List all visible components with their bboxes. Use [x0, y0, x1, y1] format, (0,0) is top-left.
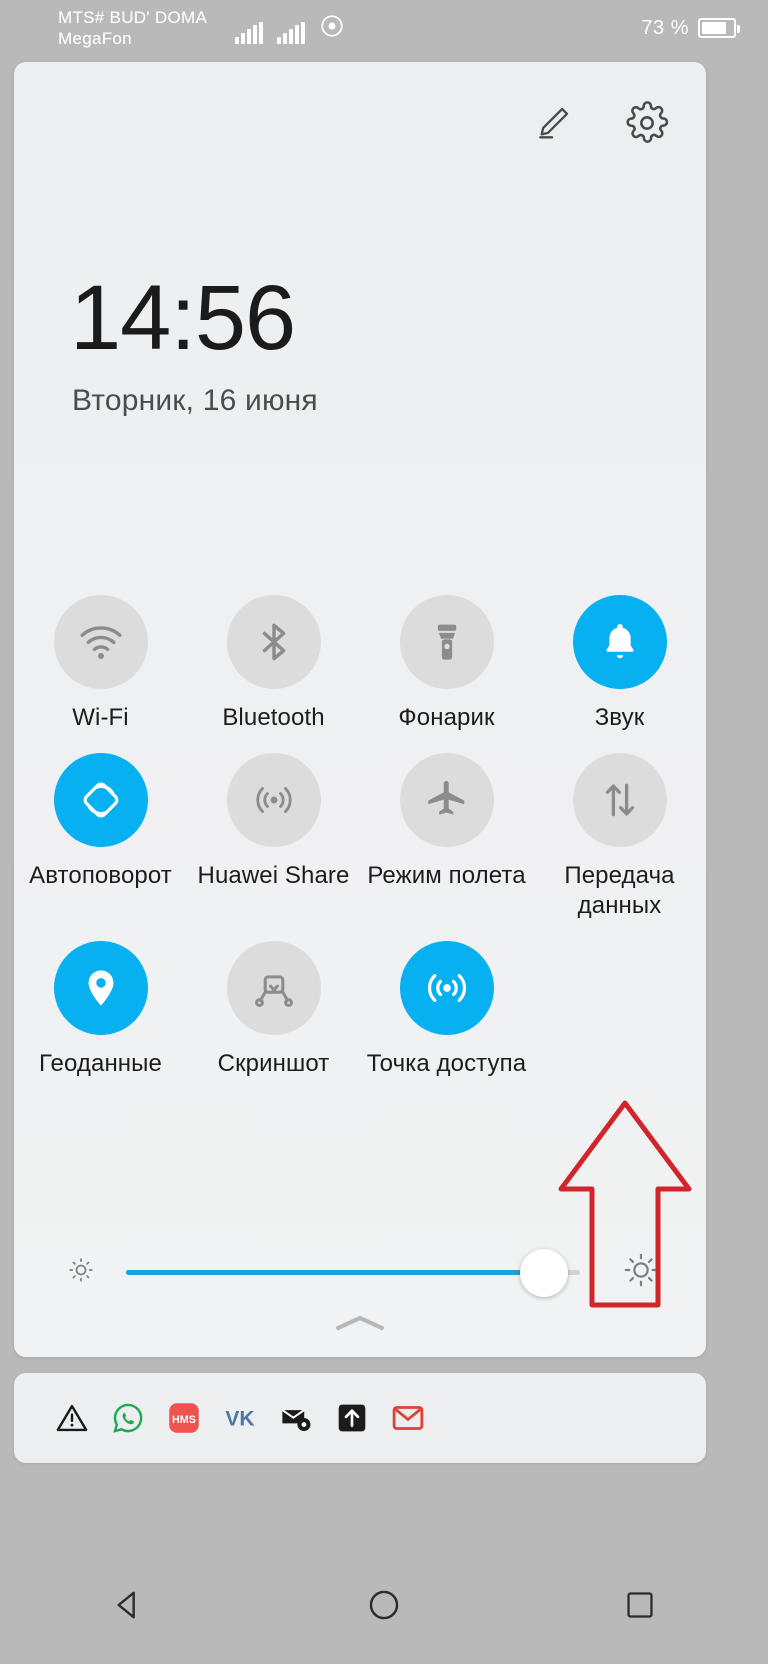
- notification-shade-panel: 14:56 Вторник, 16 июня Wi-Fi Bluetooth Ф…: [14, 62, 706, 1357]
- chevron-up-icon[interactable]: [332, 1312, 388, 1339]
- system-nav-bar: [0, 1546, 768, 1664]
- wifi-icon: [53, 595, 148, 689]
- battery-icon: [698, 18, 740, 38]
- hms-icon[interactable]: HMS: [164, 1398, 204, 1438]
- toggle-flashlight[interactable]: Фонарик: [360, 587, 533, 733]
- toggle-mobile-data[interactable]: Передача данных: [533, 745, 706, 921]
- bell-icon: [572, 595, 667, 689]
- mail-settings-icon[interactable]: [276, 1398, 316, 1438]
- location-pin-icon: [53, 941, 148, 1035]
- clock-date: Вторник, 16 июня: [72, 384, 318, 417]
- red-arrow-up-annotation: [555, 1097, 695, 1317]
- gear-icon[interactable]: [624, 100, 670, 146]
- warning-triangle-icon[interactable]: [52, 1398, 92, 1438]
- toggle-airplane-mode[interactable]: Режим полета: [360, 745, 533, 921]
- toggle-label: Звук: [594, 704, 645, 731]
- toggle-huawei-share[interactable]: Huawei Share: [187, 745, 360, 921]
- brightness-low-icon: [66, 1255, 96, 1290]
- auto-rotate-icon: [53, 753, 148, 847]
- toggle-hotspot[interactable]: Точка доступа: [360, 933, 533, 1079]
- toggle-label: Wi-Fi: [72, 704, 129, 731]
- slider-fill: [126, 1269, 544, 1275]
- screenshot-icon: [226, 941, 321, 1035]
- toggle-label: Передача данных: [564, 862, 675, 919]
- carrier-names: MTS# BUD' DOMA MegaFon: [58, 7, 207, 49]
- upload-arrow-icon[interactable]: [332, 1398, 372, 1438]
- notification-icon-tray[interactable]: HMS VK: [14, 1373, 706, 1463]
- toggle-label: Автоповорот: [29, 862, 172, 889]
- grid-empty-cell: [533, 933, 706, 1079]
- carrier-line-2: MegaFon: [58, 29, 132, 48]
- flashlight-icon: [399, 595, 494, 689]
- signal-bars-icon-2: [277, 21, 306, 44]
- back-triangle-icon[interactable]: [90, 1567, 166, 1643]
- recents-square-icon[interactable]: [602, 1567, 678, 1643]
- toggle-label: Скриншот: [217, 1050, 330, 1077]
- airplane-icon: [399, 753, 494, 847]
- whatsapp-icon[interactable]: [108, 1398, 148, 1438]
- clock-time: 14:56: [70, 267, 296, 369]
- carrier-line-1: MTS# BUD' DOMA: [58, 8, 208, 27]
- battery-percent-label: 73 %: [641, 16, 689, 39]
- toggle-label: Фонарик: [398, 704, 495, 731]
- slider-track[interactable]: [126, 1248, 580, 1297]
- hotspot-icon: [399, 941, 494, 1035]
- svg-text:HMS: HMS: [172, 1414, 196, 1426]
- signal-bars-icon: [235, 21, 264, 44]
- huawei-share-icon: [226, 753, 321, 847]
- toggle-label: Режим полета: [367, 862, 526, 889]
- toggle-label: Bluetooth: [222, 704, 325, 731]
- pencil-edit-icon[interactable]: [530, 100, 576, 146]
- toggle-label: Точка доступа: [366, 1050, 527, 1077]
- brightness-slider[interactable]: [126, 1248, 580, 1297]
- vk-icon[interactable]: VK: [220, 1398, 260, 1438]
- toggle-auto-rotate[interactable]: Автоповорот: [14, 745, 187, 921]
- svg-text:VK: VK: [225, 1408, 254, 1431]
- data-transfer-icon: [572, 753, 667, 847]
- gmail-icon[interactable]: [388, 1398, 428, 1438]
- status-bar: MTS# BUD' DOMA MegaFon 73 %: [0, 0, 768, 56]
- toggle-label: Геоданные: [39, 1050, 162, 1077]
- toggle-sound[interactable]: Звук: [533, 587, 706, 733]
- toggle-label: Huawei Share: [197, 862, 350, 889]
- toggle-location[interactable]: Геоданные: [14, 933, 187, 1079]
- toggle-bluetooth[interactable]: Bluetooth: [187, 587, 360, 733]
- quick-settings-grid: Wi-Fi Bluetooth Фонарик Звук Автоповорот…: [14, 587, 706, 1079]
- toggle-screenshot[interactable]: Скриншот: [187, 933, 360, 1079]
- nfc-icon: [319, 13, 345, 44]
- bluetooth-icon: [226, 595, 321, 689]
- toggle-wifi[interactable]: Wi-Fi: [14, 587, 187, 733]
- home-circle-icon[interactable]: [346, 1567, 422, 1643]
